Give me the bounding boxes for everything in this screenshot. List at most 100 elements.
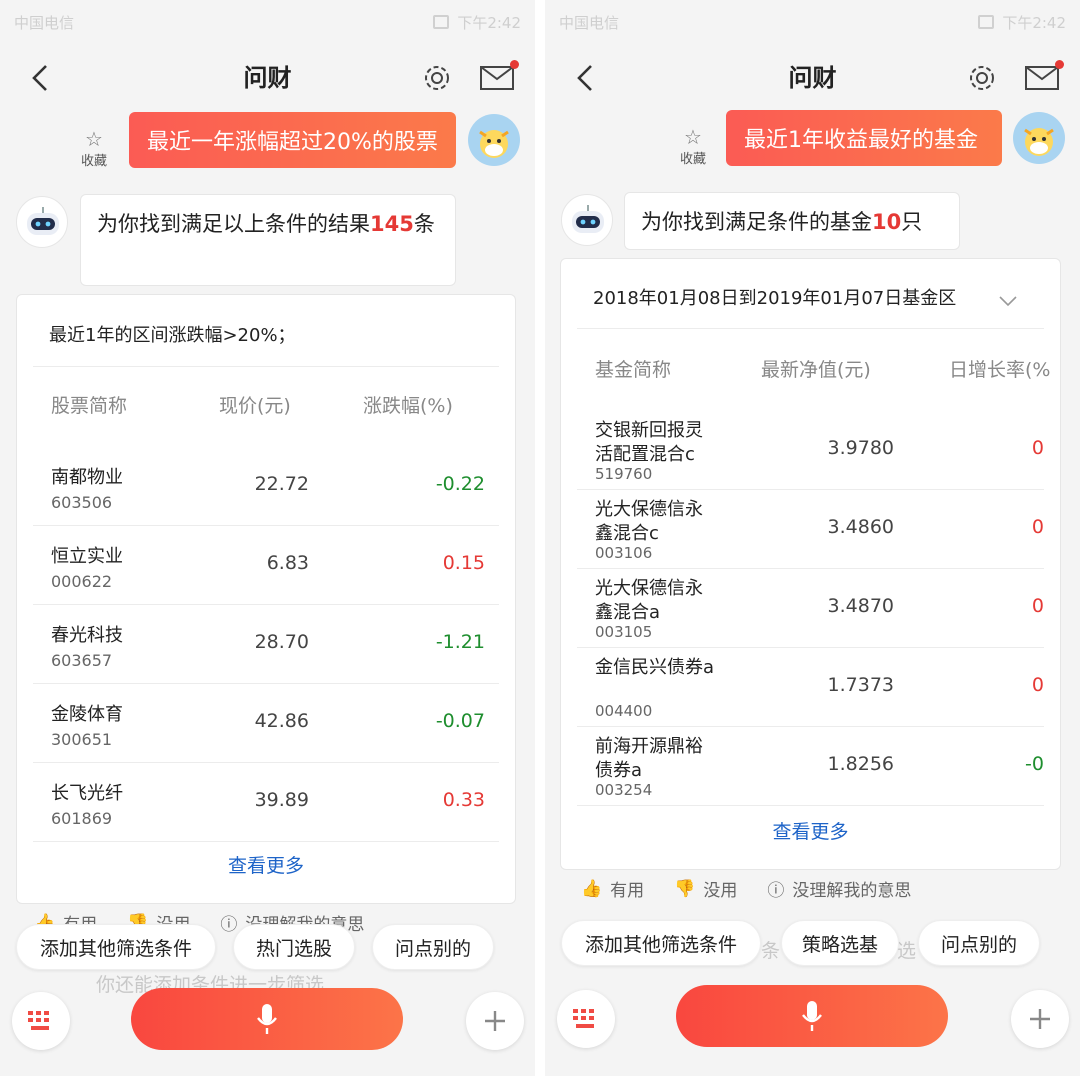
mail-button[interactable] xyxy=(479,60,519,94)
fund-change: 0 xyxy=(1031,516,1044,538)
chevron-down-icon xyxy=(999,296,1017,307)
fund-nav: 3.4860 xyxy=(827,516,894,538)
fund-nav: 1.8256 xyxy=(827,753,894,775)
view-more-link[interactable]: 查看更多 xyxy=(561,817,1060,844)
status-time: 下午2:42 xyxy=(1002,13,1066,32)
stock-code: 603657 xyxy=(51,651,113,670)
fund-change: -0 xyxy=(1025,753,1044,775)
table-row[interactable]: 金陵体育 300651 42.86 -0.07 xyxy=(33,684,499,763)
info-icon: ⓘ xyxy=(220,915,238,935)
table-row[interactable]: 金信民兴债券a 004400 1.7373 0 xyxy=(577,648,1044,727)
answer-text: 为你找到满足条件的基金 xyxy=(641,210,872,234)
microphone-icon xyxy=(802,1001,822,1031)
status-bar: 中国电信 下午2:42 xyxy=(0,0,535,44)
gear-icon[interactable] xyxy=(964,60,1000,96)
table-row[interactable]: 南都物业 603506 22.72 -0.22 xyxy=(33,447,499,526)
stock-code: 000622 xyxy=(51,572,113,591)
stock-name: 春光科技 xyxy=(51,625,123,646)
status-time: 下午2:42 xyxy=(457,13,521,32)
useful-button[interactable]: 👍 有用 xyxy=(581,876,644,902)
stock-change: 0.33 xyxy=(442,789,485,811)
table-row[interactable]: 光大保德信永鑫混合a 003105 3.4870 0 xyxy=(577,569,1044,648)
chip-ask-other[interactable]: 问点别的 xyxy=(918,920,1040,966)
user-avatar[interactable] xyxy=(1013,112,1065,164)
left-screen: 中国电信 下午2:42 问财 ☆ 收藏 最近一年涨幅超过20%的股票 为你找到满… xyxy=(0,0,535,1076)
stock-price: 39.89 xyxy=(254,789,309,811)
chip-strategy-funds[interactable]: 策略选基 xyxy=(781,920,899,966)
answer-unit: 只 xyxy=(901,210,923,234)
signal-icon xyxy=(978,15,995,29)
gear-icon[interactable] xyxy=(419,60,455,96)
answer-unit: 条 xyxy=(413,212,435,236)
table-row[interactable]: 交银新回报灵活配置混合c 519760 3.9780 0 xyxy=(577,411,1044,490)
stock-code: 601869 xyxy=(51,809,113,828)
unread-dot xyxy=(1055,60,1064,69)
chip-hot-stocks[interactable]: 热门选股 xyxy=(233,924,355,970)
table-row[interactable]: 春光科技 603657 28.70 -1.21 xyxy=(33,605,499,684)
voice-input-button[interactable] xyxy=(676,985,948,1047)
col-header-change: 日增长率(% xyxy=(949,359,1051,381)
useless-button[interactable]: 👎 没用 xyxy=(674,876,738,902)
col-header-change: 涨跌幅(%) xyxy=(363,395,453,417)
stock-name: 恒立实业 xyxy=(51,546,123,567)
stock-code: 603506 xyxy=(51,493,113,512)
fund-code: 003106 xyxy=(595,544,653,562)
favorite-button[interactable]: ☆ 收藏 xyxy=(673,126,713,167)
robot-icon xyxy=(27,207,59,235)
fund-name: 金信民兴债券a xyxy=(595,657,715,678)
plus-button[interactable] xyxy=(1011,990,1069,1048)
thumbs-down-icon: 👎 xyxy=(674,878,696,899)
bot-answer-bubble: 为你找到满足条件的基金10只 xyxy=(624,192,960,250)
stock-name: 金陵体育 xyxy=(51,704,123,725)
stock-price: 28.70 xyxy=(254,631,309,653)
signal-icon xyxy=(433,15,450,29)
favorite-label: 收藏 xyxy=(679,152,706,167)
fund-change: 0 xyxy=(1031,595,1044,617)
table-row[interactable]: 长飞光纤 601869 39.89 0.33 xyxy=(33,763,499,842)
table-row[interactable]: 前海开源鼎裕债券a 003254 1.8256 -0 xyxy=(577,727,1044,806)
fund-name: 光大保德信永鑫混合a xyxy=(595,578,703,623)
user-avatar[interactable] xyxy=(468,114,520,166)
keyboard-icon xyxy=(573,1009,594,1028)
chip-ask-other[interactable]: 问点别的 xyxy=(372,924,494,970)
info-icon: ⓘ xyxy=(767,881,785,901)
voice-input-button[interactable] xyxy=(131,988,403,1050)
fund-result-card: 2018年01月08日到2019年01月07日基金区 基金简称 最新净值(元) … xyxy=(560,258,1061,870)
stock-price: 22.72 xyxy=(254,473,309,495)
microphone-icon xyxy=(257,1004,277,1034)
plus-button[interactable] xyxy=(466,992,524,1050)
answer-text: 为你找到满足以上条件的结果 xyxy=(97,212,370,236)
fund-name: 光大保德信永鑫混合c xyxy=(595,499,703,544)
fund-nav: 3.4870 xyxy=(827,595,894,617)
favorite-button[interactable]: ☆ 收藏 xyxy=(74,128,114,169)
fund-change: 0 xyxy=(1031,674,1044,696)
col-header-name: 股票简称 xyxy=(51,395,128,417)
stock-price: 6.83 xyxy=(266,552,309,574)
fund-name: 前海开源鼎裕债券a xyxy=(595,736,703,781)
misunderstood-label: 没理解我的意思 xyxy=(792,881,912,901)
mail-button[interactable] xyxy=(1024,60,1064,94)
carrier-text: 中国电信 xyxy=(14,13,75,32)
fund-change: 0 xyxy=(1031,437,1044,459)
date-range-dropdown[interactable]: 2018年01月08日到2019年01月07日基金区 xyxy=(577,265,1044,329)
chip-add-filter[interactable]: 添加其他筛选条件 xyxy=(16,924,216,970)
thumbs-up-icon: 👍 xyxy=(581,878,603,899)
hint-text-fragment: 条 xyxy=(761,940,781,962)
keyboard-button[interactable] xyxy=(557,990,615,1048)
fund-code: 004400 xyxy=(595,702,653,720)
table-row[interactable]: 恒立实业 000622 6.83 0.15 xyxy=(33,526,499,605)
table-row[interactable]: 光大保德信永鑫混合c 003106 3.4860 0 xyxy=(577,490,1044,569)
feedback-bar: 👍 有用 👎 没用 ⓘ 没理解我的意思 xyxy=(581,876,911,902)
cow-avatar-icon xyxy=(1024,128,1054,156)
view-more-link[interactable]: 查看更多 xyxy=(17,851,515,878)
useless-label: 没用 xyxy=(703,881,738,901)
misunderstood-button[interactable]: ⓘ 没理解我的意思 xyxy=(767,876,911,901)
stock-price: 42.86 xyxy=(254,710,309,732)
date-range-text: 2018年01月08日到2019年01月07日基金区 xyxy=(593,287,957,309)
chip-add-filter[interactable]: 添加其他筛选条件 xyxy=(561,920,761,966)
keyboard-button[interactable] xyxy=(12,992,70,1050)
robot-icon xyxy=(572,205,604,233)
unread-dot xyxy=(510,60,519,69)
fund-code: 003105 xyxy=(595,623,653,641)
bot-answer-bubble: 为你找到满足以上条件的结果145条 xyxy=(80,194,456,286)
